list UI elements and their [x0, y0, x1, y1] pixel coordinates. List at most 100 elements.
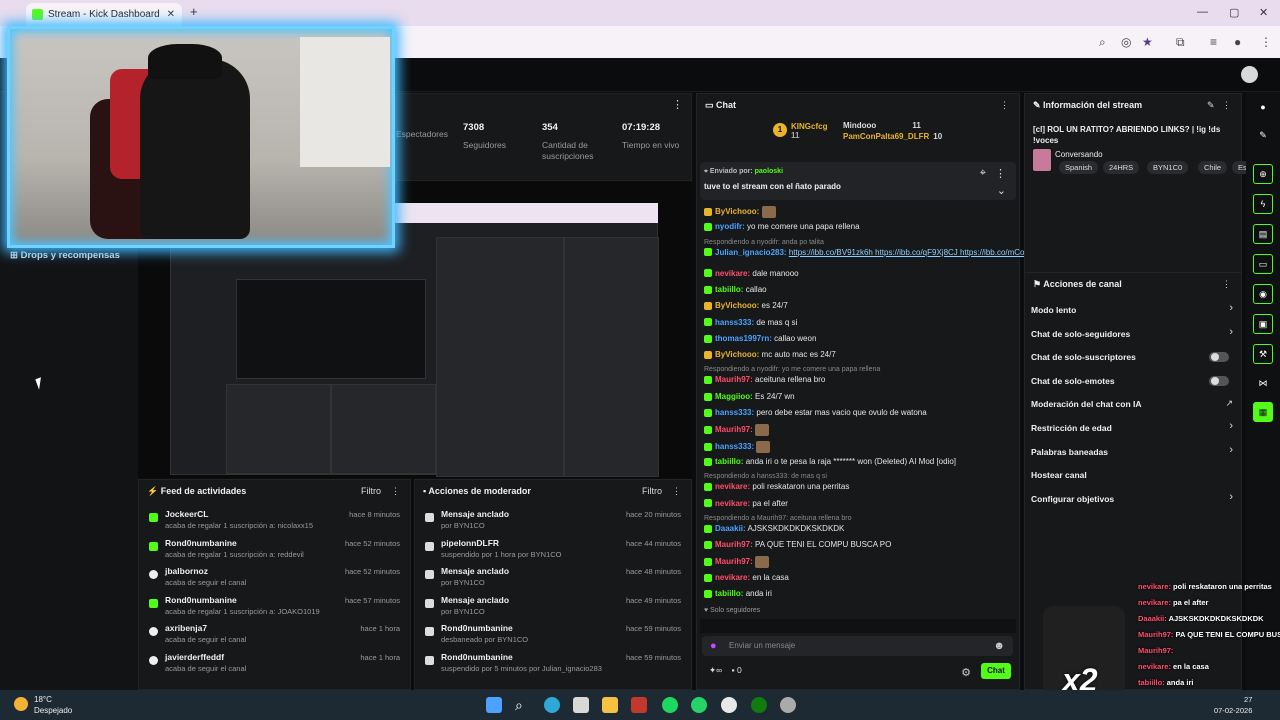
chat-username[interactable]: Maggiioo:	[715, 392, 753, 401]
stats-menu-icon[interactable]: ⋮	[672, 98, 683, 111]
channel-action-item[interactable]: Configurar objetivos	[1031, 494, 1114, 504]
store-icon[interactable]	[573, 697, 589, 713]
unpin-icon[interactable]: ⌖	[980, 167, 986, 180]
broadcast-icon[interactable]: ◉	[1253, 284, 1273, 304]
chat-message[interactable]: Julian_ignacio283: https://ibb.co/BV91zk…	[704, 248, 1050, 257]
eye-off-icon[interactable]: ◎	[1121, 35, 1131, 49]
channel-action-item[interactable]: Restricción de edad	[1031, 423, 1112, 433]
edit-icon[interactable]: ✎	[1207, 100, 1215, 110]
activity-item[interactable]: jbalbornoz acaba de seguir el canal hace 5…	[139, 566, 410, 594]
browser-tab[interactable]: Stream - Kick Dashboard ✕	[26, 3, 182, 26]
chat-username[interactable]: ByVichooo:	[715, 207, 759, 216]
chat-bubble-icon[interactable]: ▭	[1253, 254, 1273, 274]
chat-username[interactable]: tabiillo:	[715, 285, 743, 294]
close-window-icon[interactable]: ✕	[1259, 6, 1268, 19]
xbox-icon[interactable]	[751, 697, 767, 713]
menu-icon[interactable]: ⋮	[1260, 35, 1272, 49]
settings-gear-icon[interactable]: ⚙	[961, 666, 971, 679]
chat-message[interactable]: Maggiioo: Es 24/7 wn	[704, 392, 795, 401]
maximize-icon[interactable]: ▢	[1229, 6, 1239, 19]
emoji-icon[interactable]: ☻	[993, 640, 1005, 652]
chat-username[interactable]: Maurih97:	[715, 558, 753, 567]
chat-message[interactable]: nevikare: en la casa	[704, 573, 789, 582]
app-icon-2[interactable]	[780, 697, 796, 713]
channel-points[interactable]: ✦∞ ▪ 0	[709, 665, 742, 676]
chat-username[interactable]: hanss333:	[715, 318, 754, 327]
chat-message[interactable]: hanss333: pero debe estar mas vacio que …	[704, 408, 927, 417]
chat-username[interactable]: tabiillo:	[715, 589, 743, 598]
chevron-right-icon[interactable]: ›	[1229, 444, 1233, 456]
chat-input[interactable]: ● Enviar un mensaje ☻	[702, 636, 1013, 656]
chat-message[interactable]: Daaakii: AJSKSKDKDKDKSKDKDK	[704, 524, 844, 533]
activity-user[interactable]: axribenja7	[165, 623, 207, 633]
chevron-right-icon[interactable]: ›	[1229, 326, 1233, 338]
document-icon[interactable]: ▤	[1253, 224, 1273, 244]
share-icon[interactable]: ⋈	[1253, 374, 1273, 394]
minimize-icon[interactable]: —	[1197, 6, 1208, 18]
send-chat-button[interactable]: Chat	[981, 663, 1011, 679]
activity-user[interactable]: javierderffeddf	[165, 652, 224, 662]
stream-tag[interactable]: 24HRS	[1103, 161, 1140, 174]
chat-message[interactable]: Maurih97:	[704, 424, 770, 437]
chevron-right-icon[interactable]: ›	[1229, 420, 1233, 432]
activity-user[interactable]: JockeerCL	[165, 509, 208, 519]
chat-username[interactable]: nevikare:	[715, 482, 750, 491]
bolt-icon[interactable]: ϟ	[1253, 194, 1273, 214]
panel-menu-icon[interactable]: ⋮	[391, 486, 400, 496]
stream-tag[interactable]: BYN1C0	[1147, 161, 1189, 174]
moderator-item[interactable]: Rond0numbanine suspendido por 5 minutos p…	[415, 652, 691, 680]
moderator-item[interactable]: Rond0numbanine desbaneado por BYN1CO hace …	[415, 623, 691, 651]
channel-action-item[interactable]: Chat de solo-seguidores	[1031, 329, 1130, 339]
stream-tag[interactable]: Chile	[1198, 161, 1228, 174]
chat-message[interactable]: hanss333: de mas q si	[704, 318, 797, 327]
activity-item[interactable]: javierderffeddf acaba de seguir el canal h…	[139, 652, 410, 680]
chevron-right-icon[interactable]: ›	[1229, 491, 1233, 503]
chat-message[interactable]: tabiillo: callao	[704, 285, 767, 294]
chat-message[interactable]: Maurih97: aceituna rellena bro	[704, 375, 825, 384]
profile-icon[interactable]: ●	[1234, 35, 1241, 49]
chat-message[interactable]: tabiillo: anda iri o te pesa la raja ***…	[704, 457, 956, 466]
chat-message[interactable]: Maurih97: PA QUE TENI EL COMPU BUSCA PO	[704, 540, 891, 549]
activity-user[interactable]: Rond0numbanine	[165, 595, 237, 605]
chat-username[interactable]: Maurih97:	[715, 375, 753, 384]
new-tab-button[interactable]: +	[190, 4, 198, 19]
chat-username[interactable]: ByVichooo:	[715, 301, 759, 310]
channel-action-item[interactable]: Modo lento	[1031, 305, 1076, 315]
channel-action-item[interactable]: Palabras baneadas	[1031, 447, 1108, 457]
info-circle-icon[interactable]: ●	[1253, 98, 1273, 118]
chat-username[interactable]: tabiillo:	[715, 457, 743, 466]
activity-user[interactable]: Rond0numbanine	[165, 538, 237, 548]
chat-message[interactable]: nyodifr: yo me comere una papa rellena	[704, 222, 860, 231]
panel-menu-icon[interactable]: ⋮	[1222, 279, 1231, 290]
apps-icon[interactable]: ▦	[1253, 402, 1273, 422]
chat-message[interactable]: nevikare: poli reskataron una perritas	[704, 482, 849, 491]
chat-message[interactable]: nevikare: dale manooo	[704, 269, 799, 278]
moderator-item[interactable]: Mensaje anclado por BYN1CO hace 20 minutos	[415, 509, 691, 537]
chat-message[interactable]: ByVichooo:	[704, 206, 776, 218]
windows-start-icon[interactable]	[486, 697, 502, 713]
chat-username[interactable]: hanss333:	[715, 408, 754, 417]
chat-username[interactable]: nevikare:	[715, 269, 750, 278]
avatar[interactable]	[1241, 66, 1258, 83]
chat-username[interactable]: Daaakii:	[715, 524, 746, 533]
app-icon[interactable]	[631, 697, 647, 713]
chat-username[interactable]: ByVichooo:	[715, 350, 759, 359]
mic-icon[interactable]: ●	[710, 640, 717, 652]
activity-item[interactable]: JockeerCL acaba de regalar 1 suscripción …	[139, 509, 410, 537]
toggle-switch[interactable]	[1209, 375, 1229, 386]
panel-menu-icon[interactable]: ⋮	[1222, 100, 1231, 110]
activity-item[interactable]: Rond0numbanine acaba de regalar 1 suscrip…	[139, 595, 410, 623]
moderator-item[interactable]: Mensaje anclado por BYN1CO hace 49 minutos	[415, 595, 691, 623]
media-icon[interactable]: ≡	[1210, 35, 1217, 49]
chevron-right-icon[interactable]: ›	[1229, 302, 1233, 314]
chat-username[interactable]: nyodifr:	[715, 222, 745, 231]
chat-username[interactable]: Maurih97:	[715, 540, 753, 549]
panel-menu-icon[interactable]: ⋮	[672, 486, 681, 496]
target-icon[interactable]: ⊕	[1253, 164, 1273, 184]
chat-username[interactable]: nevikare:	[715, 499, 750, 508]
chat-menu-icon[interactable]: ⋮	[1000, 100, 1009, 111]
pinned-menu-icon[interactable]: ⋮	[995, 167, 1006, 180]
spotify-icon[interactable]	[662, 697, 678, 713]
channel-action-item[interactable]: Hostear canal	[1031, 470, 1087, 480]
chat-message[interactable]: nevikare: pa el after	[704, 499, 788, 508]
